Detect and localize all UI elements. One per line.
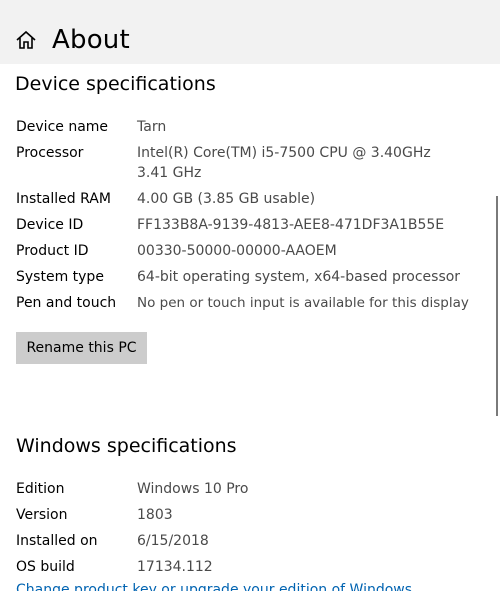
- spec-value[interactable]: FF133B8A-9139-4813-AEE8-471DF3A1B55E: [137, 215, 477, 235]
- device-specifications-title: Device specifications: [15, 73, 216, 95]
- home-icon: [16, 30, 36, 49]
- spec-label: OS build: [16, 559, 75, 575]
- page-header: About: [0, 0, 500, 64]
- spec-value[interactable]: 1803: [137, 505, 477, 525]
- home-button[interactable]: [13, 28, 39, 52]
- page-title: About: [52, 25, 130, 55]
- about-page: About Device specifications Device name …: [0, 0, 500, 591]
- spec-label: Installed RAM: [16, 191, 111, 207]
- windows-specifications-title: Windows specifications: [16, 435, 237, 457]
- spec-label: Edition: [16, 481, 65, 497]
- spec-value[interactable]: 00330-50000-00000-AAOEM: [137, 241, 477, 261]
- spec-label: Pen and touch: [16, 295, 117, 311]
- spec-value[interactable]: 64-bit operating system, x64-based proce…: [137, 267, 477, 287]
- spec-value[interactable]: Tarn: [137, 117, 477, 137]
- change-product-key-link[interactable]: Change product key or upgrade your editi…: [16, 580, 412, 591]
- spec-label: Installed on: [16, 533, 98, 549]
- spec-label: Device ID: [16, 217, 84, 233]
- spec-label: System type: [16, 269, 104, 285]
- spec-label: Device name: [16, 119, 109, 135]
- scrollbar-thumb[interactable]: [496, 196, 498, 416]
- spec-label: Product ID: [16, 243, 89, 259]
- spec-value[interactable]: 6/15/2018: [137, 531, 477, 551]
- spec-value[interactable]: Intel(R) Core(TM) i5-7500 CPU @ 3.40GHz …: [137, 143, 467, 183]
- spec-value[interactable]: Windows 10 Pro: [137, 479, 477, 499]
- spec-label: Version: [16, 507, 68, 523]
- rename-pc-button[interactable]: Rename this PC: [16, 332, 147, 364]
- spec-value[interactable]: No pen or touch input is available for t…: [137, 293, 492, 313]
- spec-label: Processor: [16, 145, 84, 161]
- spec-value[interactable]: 4.00 GB (3.85 GB usable): [137, 189, 477, 209]
- spec-value[interactable]: 17134.112: [137, 557, 477, 577]
